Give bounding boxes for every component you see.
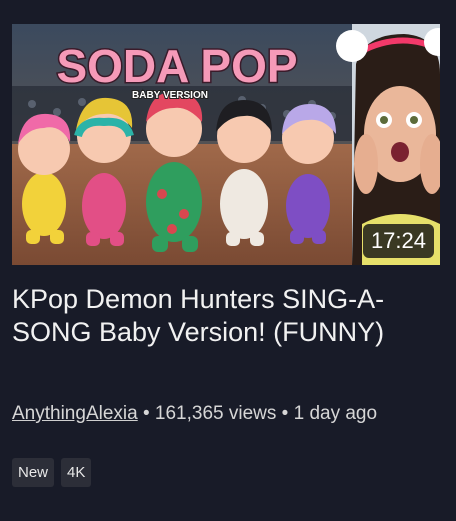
meta-separator: • bbox=[142, 403, 150, 424]
meta-separator: • bbox=[281, 403, 289, 424]
upload-age: 1 day ago bbox=[293, 403, 378, 424]
video-card[interactable]: SODA POP BABY VERSION 17:24 KPop Demon H… bbox=[0, 0, 456, 521]
badge-row: New 4K bbox=[12, 458, 92, 487]
duration-badge: 17:24 bbox=[362, 224, 434, 258]
thumbnail-subtitle-text: BABY VERSION bbox=[132, 90, 208, 101]
thumbnail-title-text: SODA POP bbox=[56, 40, 297, 92]
view-count: 161,365 views bbox=[154, 403, 277, 424]
new-badge: New bbox=[12, 458, 55, 487]
video-thumbnail[interactable]: SODA POP BABY VERSION 17:24 bbox=[12, 24, 440, 265]
video-title[interactable]: KPop Demon Hunters SING-A-SONG Baby Vers… bbox=[12, 283, 432, 349]
video-metadata: AnythingAlexia • 161,365 views • 1 day a… bbox=[12, 401, 432, 427]
4k-badge: 4K bbox=[61, 458, 92, 487]
channel-link[interactable]: AnythingAlexia bbox=[12, 403, 138, 424]
